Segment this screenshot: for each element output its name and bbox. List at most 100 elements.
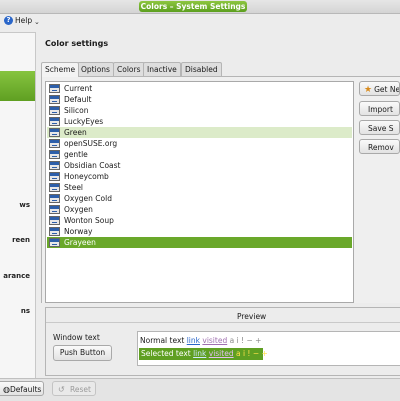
list-item[interactable]: openSUSE.org: [47, 138, 352, 149]
normal-text-line: Normal text link visited a i ! − +: [140, 336, 261, 345]
list-item[interactable]: Oxygen: [47, 204, 352, 215]
menubar: ? Help ⌄: [0, 14, 400, 30]
button-label: Get Ne: [374, 85, 400, 94]
scheme-name: Current: [64, 84, 93, 93]
reset-button[interactable]: ↺ Reset: [52, 381, 96, 396]
scheme-name: Oxygen Cold: [64, 194, 112, 203]
preview-title: Preview: [237, 312, 267, 321]
scheme-name: Wonton Soup: [64, 216, 114, 225]
sidebar-item-label[interactable]: ws: [19, 201, 30, 209]
button-label: Remov: [368, 143, 394, 152]
list-item[interactable]: Oxygen Cold: [47, 193, 352, 204]
list-item[interactable]: Steel: [47, 182, 352, 193]
sidebar-item-label[interactable]: reen: [12, 236, 30, 244]
scheme-name: Oxygen: [64, 205, 93, 214]
scheme-name: openSUSE.org: [64, 139, 118, 148]
sample-glyphs: a i ! − +: [229, 336, 262, 345]
scheme-name: Steel: [64, 183, 84, 192]
scheme-name: Grayeen: [64, 238, 96, 247]
scheme-list[interactable]: Current Default Silicon LuckyEyes Green …: [45, 81, 354, 303]
push-button[interactable]: Push Button: [53, 345, 112, 361]
reset-icon: ↺: [58, 385, 65, 394]
preview-group: Preview Window text Push Button Normal t…: [45, 307, 400, 376]
sidebar: ws reen arance ns: [0, 32, 36, 379]
get-new-schemes-button[interactable]: ★ Get Ne: [359, 81, 400, 96]
list-item[interactable]: LuckyEyes: [47, 116, 352, 127]
chevron-down-icon[interactable]: ⌄: [34, 18, 40, 26]
sidebar-item-label[interactable]: ns: [21, 307, 30, 315]
list-item[interactable]: Current: [47, 83, 352, 94]
tab-label: Inactive: [147, 65, 177, 74]
star-icon: ★: [364, 85, 373, 95]
scheme-name: Green: [64, 128, 87, 137]
scheme-name: gentle: [64, 150, 88, 159]
link-text[interactable]: link: [193, 349, 206, 358]
selected-text-line: Selected text link visited a i ! − +: [139, 348, 268, 360]
help-icon[interactable]: ?: [4, 16, 13, 25]
scheme-name: Default: [64, 95, 92, 104]
preview-text-box: Normal text link visited a i ! − + Selec…: [137, 331, 400, 366]
save-scheme-button[interactable]: Save S: [359, 120, 400, 135]
scheme-preview-icon: [49, 106, 60, 115]
link-text[interactable]: link: [187, 336, 200, 345]
list-item[interactable]: Obsidian Coast: [47, 160, 352, 171]
list-item[interactable]: gentle: [47, 149, 352, 160]
scheme-preview-icon: [49, 183, 60, 192]
sample-glyphs: a i ! − +: [235, 349, 268, 358]
scheme-preview-icon: [49, 216, 60, 225]
tab-scheme[interactable]: Scheme: [41, 62, 80, 77]
scheme-preview-icon: [49, 84, 60, 93]
scheme-preview-icon: [49, 150, 60, 159]
visited-link-text[interactable]: visited: [202, 336, 227, 345]
selected-text: Selected text: [141, 349, 191, 358]
tab-label: Options: [81, 65, 110, 74]
scheme-name: Norway: [64, 227, 93, 236]
scheme-preview-icon: [49, 139, 60, 148]
scheme-name: Obsidian Coast: [64, 161, 121, 170]
visited-link-text[interactable]: visited: [209, 349, 234, 358]
scheme-preview-icon: [49, 194, 60, 203]
scheme-name: LuckyEyes: [64, 117, 104, 126]
divider: [46, 322, 400, 323]
list-item[interactable]: Wonton Soup: [47, 215, 352, 226]
window-title: Colors – System Settings: [139, 1, 247, 12]
tab-colors[interactable]: Colors: [113, 62, 145, 76]
list-item[interactable]: Silicon: [47, 105, 352, 116]
list-item[interactable]: Honeycomb: [47, 171, 352, 182]
scheme-preview-icon: [49, 238, 60, 247]
defaults-icon: ◍: [3, 385, 10, 394]
scheme-preview-icon: [49, 205, 60, 214]
tab-label: Disabled: [185, 65, 218, 74]
tab-disabled[interactable]: Disabled: [181, 62, 222, 76]
button-label: Save S: [368, 124, 394, 133]
scheme-preview-icon: [49, 172, 60, 181]
window-text-label: Window text: [53, 333, 100, 342]
list-item-selected[interactable]: Grayeen: [47, 237, 352, 248]
normal-text: Normal text: [140, 336, 185, 345]
tab-label: Colors: [117, 65, 141, 74]
tab-options[interactable]: Options: [77, 62, 114, 76]
sidebar-item-selected[interactable]: [0, 71, 35, 101]
section-title: Color settings: [45, 39, 109, 48]
help-menu[interactable]: Help: [15, 16, 32, 25]
remove-scheme-button[interactable]: Remov: [359, 139, 400, 154]
scheme-name: Honeycomb: [64, 172, 109, 181]
tab-label: Scheme: [45, 65, 76, 74]
scheme-preview-icon: [49, 117, 60, 126]
button-label: Import: [368, 105, 393, 114]
button-label: Reset: [70, 385, 91, 394]
scheme-preview-icon: [49, 128, 60, 137]
footer-bar: ◍ Defaults ↺ Reset: [0, 378, 400, 401]
sidebar-item-label[interactable]: arance: [3, 272, 30, 280]
scheme-name: Silicon: [64, 106, 89, 115]
button-label: Defaults: [10, 385, 42, 394]
tab-inactive[interactable]: Inactive: [143, 62, 181, 76]
list-item[interactable]: Norway: [47, 226, 352, 237]
scheme-preview-icon: [49, 95, 60, 104]
window-titlebar[interactable]: Colors – System Settings: [0, 0, 400, 14]
defaults-button[interactable]: ◍ Defaults: [0, 381, 44, 396]
import-scheme-button[interactable]: Import: [359, 101, 400, 116]
list-item[interactable]: Default: [47, 94, 352, 105]
list-item-hovered[interactable]: Green: [47, 127, 352, 138]
scheme-preview-icon: [49, 227, 60, 236]
